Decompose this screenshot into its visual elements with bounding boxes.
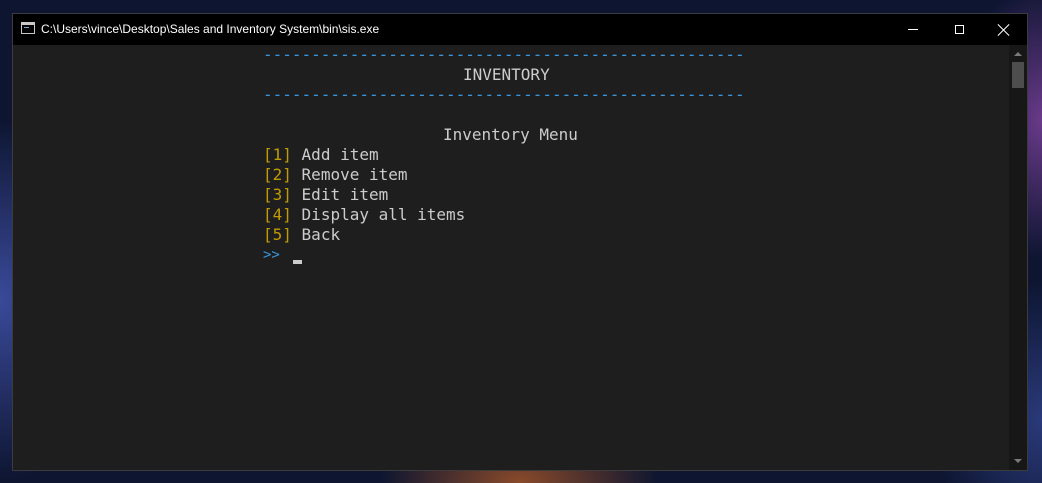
text-cursor[interactable] (293, 260, 302, 264)
inventory-header: INVENTORY (463, 65, 550, 84)
separator-top: ----------------------------------------… (263, 45, 745, 64)
menu-item-key: [1] (263, 145, 292, 164)
separator-bottom: ----------------------------------------… (263, 85, 745, 104)
menu-item-label: Display all items (301, 205, 466, 224)
menu-item-display: [4] Display all items (263, 205, 465, 225)
menu-item-edit: [3] Edit item (263, 185, 388, 205)
menu-item-label: Back (301, 225, 341, 244)
scroll-down-button[interactable] (1009, 454, 1027, 468)
console-window: C:\Users\vince\Desktop\Sales and Invento… (13, 14, 1027, 470)
input-prompt: >> (263, 247, 280, 263)
menu-title: Inventory Menu (443, 125, 578, 144)
scrollbar-thumb[interactable] (1012, 62, 1024, 88)
menu-item-label: Remove item (301, 165, 408, 184)
maximize-button[interactable] (936, 14, 982, 45)
menu-item-remove: [2] Remove item (263, 165, 408, 185)
vertical-scrollbar[interactable] (1009, 45, 1027, 470)
minimize-button[interactable] (890, 14, 936, 45)
menu-item-key: [3] (263, 185, 292, 204)
console-output[interactable]: ----------------------------------------… (13, 45, 1009, 470)
window-title: C:\Users\vince\Desktop\Sales and Invento… (41, 22, 380, 36)
scroll-up-button[interactable] (1009, 47, 1027, 61)
close-icon (998, 24, 1010, 36)
title-bar[interactable]: C:\Users\vince\Desktop\Sales and Invento… (13, 14, 1027, 45)
scroll-down-icon (1014, 459, 1022, 463)
console-app-icon[interactable] (21, 22, 35, 34)
scroll-up-icon (1014, 52, 1022, 56)
menu-item-key: [2] (263, 165, 292, 184)
menu-item-add: [1] Add item (263, 145, 379, 165)
minimize-icon (908, 29, 918, 30)
maximize-icon (954, 25, 964, 34)
menu-item-key: [4] (263, 205, 292, 224)
menu-item-back: [5] Back (263, 225, 340, 245)
menu-item-label: Add item (301, 145, 379, 164)
close-button[interactable] (981, 14, 1027, 45)
menu-item-key: [5] (263, 225, 292, 244)
menu-item-label: Edit item (301, 185, 389, 204)
